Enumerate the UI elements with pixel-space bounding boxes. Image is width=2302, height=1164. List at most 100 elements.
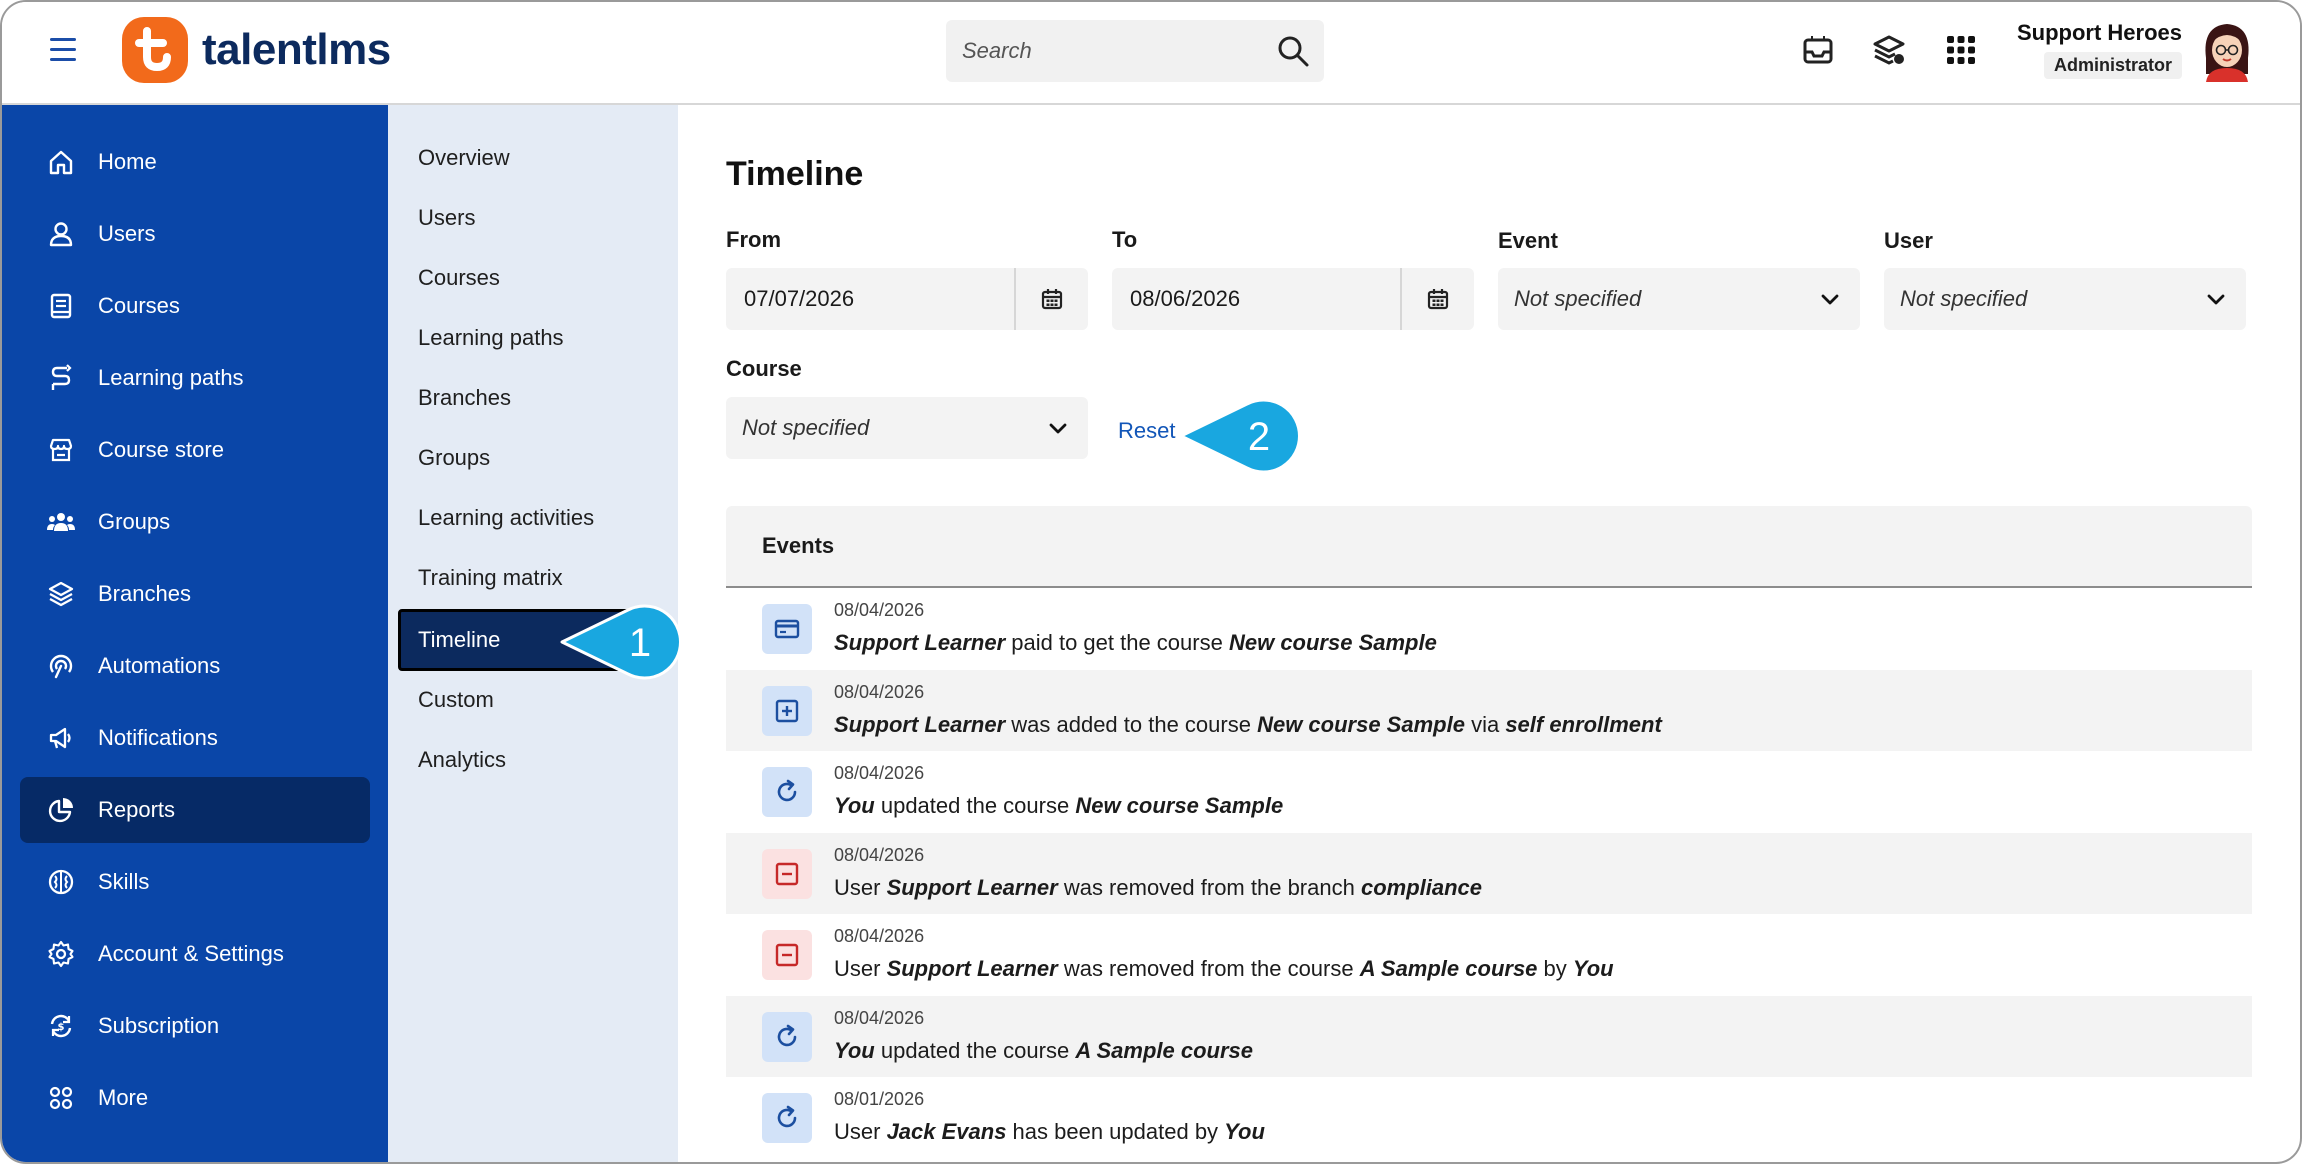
avatar[interactable] (2198, 18, 2256, 82)
event-row: 08/04/2026 You updated the course New co… (726, 751, 2252, 833)
sidebar-item-label: Branches (98, 581, 191, 606)
event-select[interactable]: Not specified (1498, 268, 1860, 330)
inbox-icon[interactable] (1800, 32, 1836, 68)
sidebar-item-account-settings[interactable]: Account & Settings (20, 921, 370, 987)
automation-icon (46, 651, 76, 681)
from-date-field (726, 268, 1088, 330)
submenu-item-overview[interactable]: Overview (398, 127, 638, 189)
sidebar-item-groups[interactable]: Groups (20, 489, 370, 555)
hamburger-menu-icon[interactable] (50, 38, 76, 62)
submenu-item-users[interactable]: Users (398, 187, 638, 249)
svg-text:$: $ (58, 1022, 65, 1033)
submenu-item-analytics[interactable]: Analytics (398, 729, 638, 791)
sidebar-item-label: Skills (98, 869, 150, 894)
chevron-down-icon (2207, 294, 2225, 305)
search-input[interactable] (946, 20, 1266, 82)
refresh-icon (762, 1093, 812, 1143)
callout-1-number: 1 (629, 621, 651, 665)
search-icon[interactable] (1276, 34, 1310, 68)
event-date: 08/04/2026 (834, 926, 925, 946)
sidebar-item-courses[interactable]: Courses (20, 273, 370, 339)
event-date: 08/04/2026 (834, 681, 925, 702)
user-select[interactable]: Not specified (1884, 268, 2246, 330)
calendar-icon[interactable] (1400, 268, 1474, 330)
sidebar-item-reports[interactable]: Reports (20, 777, 370, 843)
events-panel: Events 08/04/2026 Support Learner paid t… (726, 506, 2252, 1162)
user-select-value: Not specified (1900, 286, 2028, 311)
sidebar-item-automations[interactable]: Automations (20, 633, 370, 699)
callout-1: 1 (558, 602, 683, 687)
grid-dots-icon (46, 1083, 76, 1113)
event-date: 08/04/2026 (834, 763, 925, 783)
credit-card-icon (762, 604, 812, 654)
sidebar-item-label: Subscription (98, 1013, 220, 1038)
minus-square-icon (762, 930, 812, 980)
sidebar-item-skills[interactable]: Skills (20, 849, 370, 915)
from-label: From (726, 227, 781, 252)
apps-grid-icon[interactable] (1943, 32, 1979, 68)
sidebar-item-label: Home (98, 149, 157, 174)
chevron-down-icon (1049, 423, 1067, 434)
sidebar-item-home[interactable]: Home (20, 129, 370, 195)
sidebar-item-users[interactable]: Users (20, 201, 370, 267)
submenu-item-branches[interactable]: Branches (398, 367, 638, 429)
app-window: talentlms Support Heroes Administrator (0, 0, 2302, 1164)
sidebar: Home Users Courses Learning paths Course… (2, 105, 388, 1162)
sidebar-item-learning-paths[interactable]: Learning paths (20, 345, 370, 411)
layers-icon (46, 579, 76, 609)
sidebar-item-more[interactable]: More (20, 1065, 370, 1131)
course-select[interactable]: Not specified (726, 397, 1088, 459)
event-description: You updated the course New course Sample (834, 793, 1284, 818)
sidebar-item-course-store[interactable]: Course store (20, 417, 370, 483)
chevron-down-icon (1821, 294, 1839, 305)
user-label: User (1884, 228, 1933, 253)
event-description: Support Learner paid to get the course N… (834, 630, 1437, 655)
event-row: 08/04/2026 Support Learner was added to … (726, 669, 2252, 751)
submenu-item-training-matrix[interactable]: Training matrix (398, 547, 638, 609)
event-label: Event (1498, 228, 1558, 253)
events-header: Events (726, 506, 2252, 588)
event-select-value: Not specified (1514, 286, 1642, 311)
reset-link[interactable]: Reset (1118, 418, 1175, 444)
refresh-icon (762, 1011, 812, 1062)
to-date-field (1112, 268, 1474, 330)
calendar-icon[interactable] (1014, 268, 1088, 330)
callout-2-number: 2 (1248, 415, 1270, 459)
submenu-item-courses[interactable]: Courses (398, 247, 638, 309)
sidebar-item-branches[interactable]: Branches (20, 561, 370, 627)
event-date: 08/04/2026 (834, 1007, 925, 1028)
user-menu[interactable]: Support Heroes Administrator (2012, 20, 2182, 79)
user-role-badge: Administrator (2043, 52, 2182, 79)
logo-text: talentlms (202, 25, 391, 74)
sidebar-item-subscription[interactable]: $ Subscription (20, 993, 370, 1059)
event-row: 08/04/2026 You updated the course A Samp… (726, 995, 2252, 1077)
logo-badge-icon (122, 17, 188, 83)
event-description: Support Learner was added to the course … (834, 711, 1662, 737)
sidebar-item-notifications[interactable]: Notifications (20, 705, 370, 771)
search-box (946, 20, 1324, 82)
sidebar-item-label: Learning paths (98, 365, 244, 390)
book-icon (46, 291, 76, 321)
event-description: User Support Learner was removed from th… (834, 874, 1482, 900)
submenu-item-learning-activities[interactable]: Learning activities (398, 487, 638, 549)
to-date-input[interactable] (1112, 268, 1402, 330)
user-name: Support Heroes (2016, 20, 2182, 45)
minus-square-icon (762, 848, 812, 899)
from-date-input[interactable] (726, 268, 1016, 330)
talentlms-logo[interactable]: talentlms (122, 16, 391, 84)
event-description: You updated the course A Sample course (834, 1037, 1254, 1063)
event-row: 08/04/2026 Support Learner paid to get t… (726, 588, 2252, 670)
submenu-item-groups[interactable]: Groups (398, 427, 638, 489)
course-select-value: Not specified (742, 415, 870, 440)
brain-icon (46, 867, 76, 897)
sidebar-item-label: More (98, 1085, 149, 1110)
refresh-icon (762, 767, 812, 817)
sidebar-item-label: Reports (98, 797, 176, 822)
sidebar-item-label: Users (98, 221, 156, 246)
pie-chart-icon (46, 795, 76, 825)
layers-switch-icon[interactable] (1871, 32, 1907, 68)
event-date: 08/01/2026 (834, 1089, 925, 1109)
submenu-item-learning-paths[interactable]: Learning paths (398, 307, 638, 369)
main-content: Timeline From To Event Not specified Use… (678, 105, 2300, 1162)
subscription-icon: $ (46, 1011, 76, 1041)
